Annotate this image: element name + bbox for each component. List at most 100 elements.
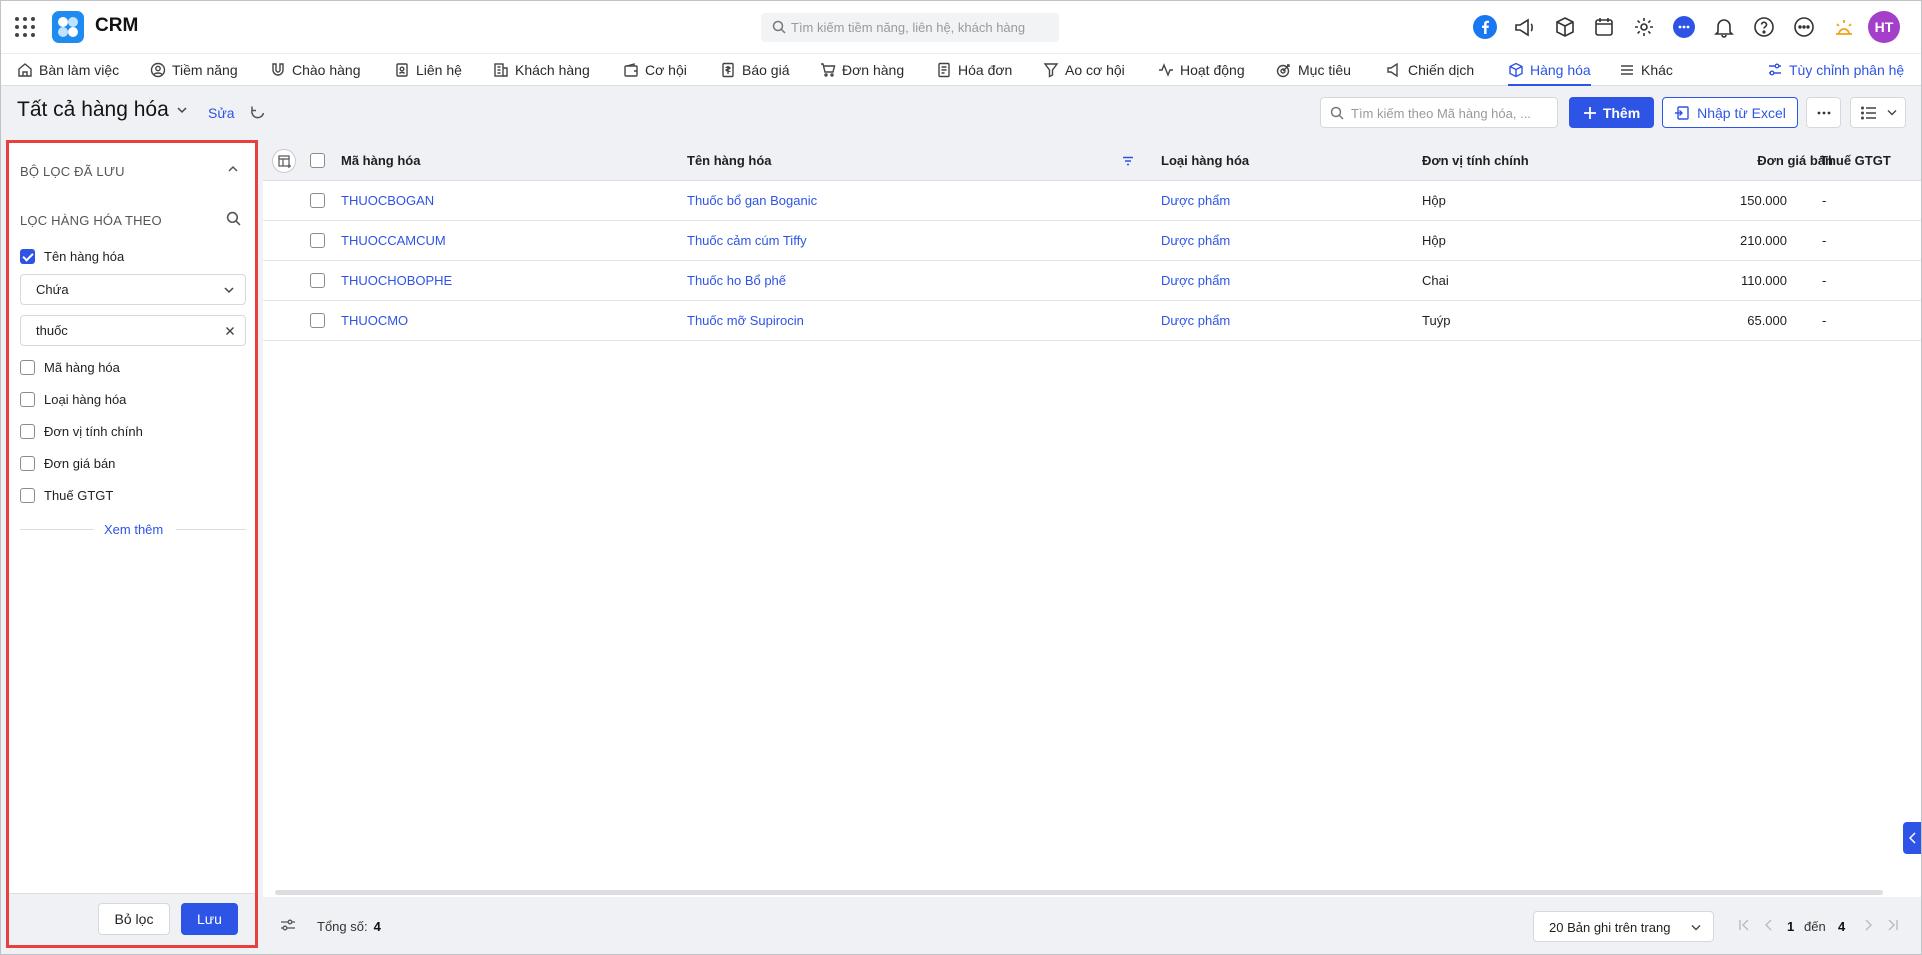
add-button[interactable]: Thêm: [1569, 97, 1654, 128]
cell-name[interactable]: Thuốc mỡ Supirocin: [687, 313, 804, 328]
side-drawer-toggle[interactable]: [1903, 822, 1922, 854]
page-size-select[interactable]: 20 Bản ghi trên trang: [1533, 911, 1714, 942]
prev-page-icon[interactable]: [1763, 919, 1775, 931]
filter-field-unit-price[interactable]: Đơn giá bán: [20, 454, 115, 472]
checkbox[interactable]: [20, 487, 35, 503]
search-icon[interactable]: [226, 211, 241, 226]
avatar[interactable]: HT: [1868, 11, 1900, 43]
checkbox[interactable]: [20, 391, 35, 407]
cell-code[interactable]: THUOCBOGAN: [341, 193, 434, 208]
global-search-input[interactable]: Tìm kiếm tiềm năng, liên hệ, khách hàng: [761, 13, 1059, 42]
cell-type[interactable]: Dược phẩm: [1161, 233, 1230, 248]
filter-value-input[interactable]: thuốc: [20, 315, 246, 346]
list-search-input[interactable]: Tìm kiếm theo Mã hàng hóa, ...: [1320, 97, 1558, 128]
select-all-checkbox[interactable]: [310, 153, 325, 168]
clear-filter-button[interactable]: Bỏ lọc: [98, 903, 170, 935]
table-row[interactable]: THUOCMO Thuốc mỡ Supirocin Dược phẩm Tuý…: [263, 301, 1922, 341]
nav-item-opportunity-pool[interactable]: Ao cơ hội: [1043, 54, 1125, 85]
cell-type[interactable]: Dược phẩm: [1161, 313, 1230, 328]
megaphone-icon[interactable]: [1512, 14, 1538, 40]
calendar-icon[interactable]: [1591, 14, 1617, 40]
nav-item-offers[interactable]: Chào hàng: [270, 54, 361, 85]
cell-code[interactable]: THUOCCAMCUM: [341, 233, 446, 248]
next-page-icon[interactable]: [1862, 919, 1874, 931]
more-icon[interactable]: [1791, 14, 1817, 40]
column-header-unit[interactable]: Đơn vị tính chính: [1422, 153, 1529, 168]
column-header-name[interactable]: Tên hàng hóa: [687, 153, 772, 168]
nav-item-activities[interactable]: Hoạt động: [1158, 54, 1245, 85]
cell-type[interactable]: Dược phẩm: [1161, 273, 1230, 288]
row-checkbox[interactable]: [310, 273, 325, 288]
filter-field-product-type[interactable]: Loại hàng hóa: [20, 390, 126, 408]
nav-item-quotes[interactable]: Báo giá: [720, 54, 789, 85]
clear-icon[interactable]: [225, 326, 235, 336]
more-actions-button[interactable]: [1806, 97, 1841, 128]
facebook-icon[interactable]: [1472, 14, 1498, 40]
import-excel-button[interactable]: Nhập từ Excel: [1662, 97, 1798, 128]
cell-name[interactable]: Thuốc bổ gan Boganic: [687, 193, 817, 208]
row-checkbox[interactable]: [310, 193, 325, 208]
column-settings-button[interactable]: [272, 149, 296, 173]
sliders-icon[interactable]: [280, 918, 296, 932]
nav-item-orders[interactable]: Đơn hàng: [820, 54, 904, 85]
refresh-icon[interactable]: [249, 104, 267, 122]
nav-item-workspace[interactable]: Bàn làm việc: [17, 54, 119, 85]
table-row[interactable]: THUOCBOGAN Thuốc bổ gan Boganic Dược phẩ…: [263, 181, 1922, 221]
bell-icon[interactable]: [1711, 14, 1737, 40]
filter-field-vat[interactable]: Thuế GTGT: [20, 486, 113, 504]
chevron-up-icon[interactable]: [227, 165, 239, 173]
nav-item-opportunities[interactable]: Cơ hội: [623, 54, 687, 85]
show-more-link[interactable]: Xem thêm: [104, 522, 163, 537]
horizontal-scrollbar[interactable]: [275, 890, 1883, 895]
nav-item-more[interactable]: Khác: [1619, 54, 1673, 85]
save-filter-button[interactable]: Lưu: [181, 903, 238, 935]
first-page-icon[interactable]: [1738, 919, 1750, 931]
magnet-icon: [272, 62, 284, 76]
cell-name[interactable]: Thuốc cảm cúm Tiffy: [687, 233, 807, 248]
help-icon[interactable]: [1751, 14, 1777, 40]
column-header-vat[interactable]: Thuế GTGT: [1820, 153, 1891, 168]
row-checkbox[interactable]: [310, 233, 325, 248]
cell-code[interactable]: THUOCHOBOPHE: [341, 273, 452, 288]
filter-field-main-unit[interactable]: Đơn vị tính chính: [20, 422, 143, 440]
crm-logo-icon[interactable]: [52, 11, 84, 43]
edit-view-link[interactable]: Sửa: [208, 105, 235, 121]
filter-operator-select[interactable]: Chứa: [20, 274, 246, 305]
nav-item-invoices[interactable]: Hóa đơn: [936, 54, 1012, 85]
filter-field-product-name[interactable]: Tên hàng hóa: [20, 247, 124, 265]
column-header-price[interactable]: Đơn giá bán: [1711, 153, 1833, 168]
cell-name[interactable]: Thuốc ho Bổ phế: [687, 273, 786, 288]
cell-type[interactable]: Dược phẩm: [1161, 193, 1230, 208]
column-header-type[interactable]: Loại hàng hóa: [1161, 153, 1249, 168]
row-checkbox[interactable]: [310, 313, 325, 328]
app-launcher-icon[interactable]: [14, 16, 36, 38]
checkbox[interactable]: [20, 423, 35, 439]
table-row[interactable]: THUOCCAMCUM Thuốc cảm cúm Tiffy Dược phẩ…: [263, 221, 1922, 261]
invoice-icon: [938, 62, 950, 77]
nav-item-contacts[interactable]: Liên hệ: [394, 54, 462, 85]
checkbox[interactable]: [20, 359, 35, 375]
column-header-code[interactable]: Mã hàng hóa: [341, 153, 420, 168]
nav-item-products[interactable]: Hàng hóa: [1508, 54, 1591, 86]
nav-item-campaigns[interactable]: Chiến dịch: [1386, 54, 1474, 85]
nav-item-customers[interactable]: Khách hàng: [493, 54, 590, 85]
chat-icon[interactable]: [1671, 14, 1697, 40]
cell-code[interactable]: THUOCMO: [341, 313, 408, 328]
checkbox[interactable]: [20, 455, 35, 471]
sun-icon[interactable]: [1831, 14, 1857, 40]
table-row[interactable]: THUOCHOBOPHE Thuốc ho Bổ phế Dược phẩm C…: [263, 261, 1922, 301]
customize-modules-link[interactable]: Tùy chỉnh phân hệ: [1767, 54, 1904, 85]
filter-icon[interactable]: [1122, 156, 1134, 166]
last-page-icon[interactable]: [1887, 919, 1899, 931]
chevron-left-icon: [1909, 832, 1916, 844]
view-mode-button[interactable]: [1850, 97, 1906, 128]
checkbox-checked[interactable]: [20, 248, 35, 264]
filter-field-product-code[interactable]: Mã hàng hóa: [20, 358, 120, 376]
chevron-down-icon[interactable]: [176, 106, 188, 114]
box-icon[interactable]: [1552, 14, 1578, 40]
page-title[interactable]: Tất cả hàng hóa: [17, 98, 169, 122]
app-name[interactable]: CRM: [95, 15, 138, 37]
nav-item-leads[interactable]: Tiềm năng: [150, 54, 238, 85]
nav-item-goals[interactable]: Mục tiêu: [1276, 54, 1351, 85]
gear-icon[interactable]: [1631, 14, 1657, 40]
